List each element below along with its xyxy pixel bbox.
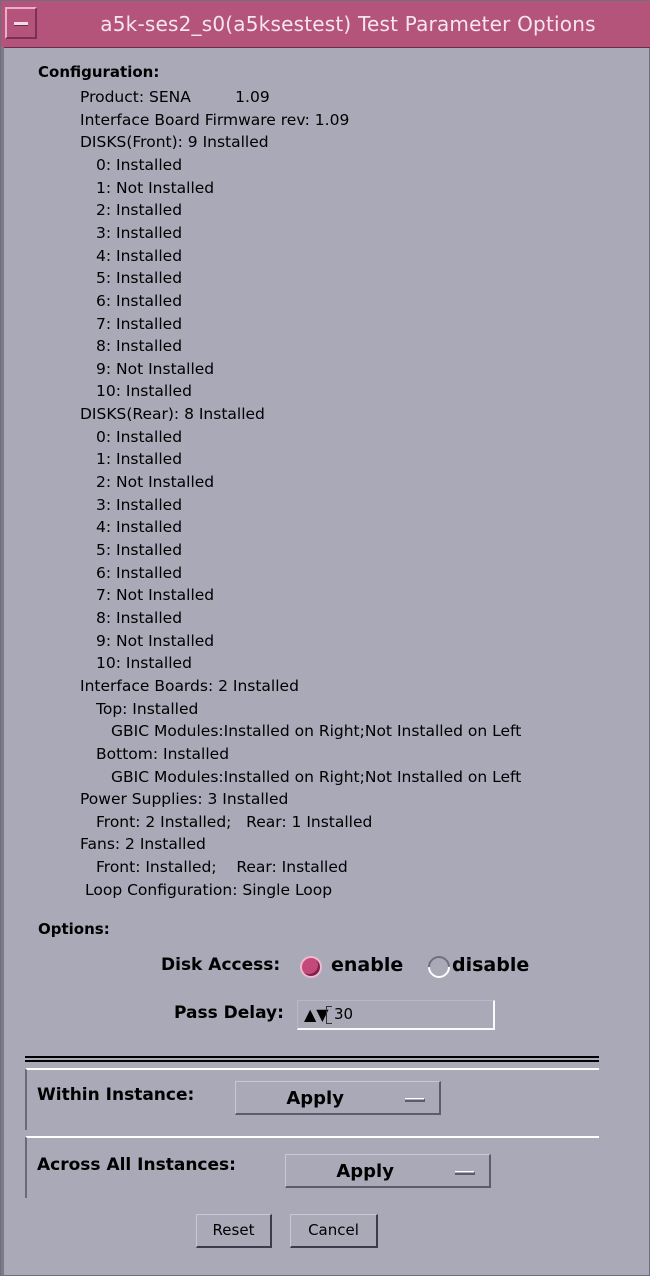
- config-line: 8: Installed: [96, 337, 183, 356]
- disk-access-disable-label[interactable]: disable: [452, 954, 529, 976]
- config-line: 9: Not Installed: [96, 631, 215, 650]
- config-line: 10: Installed: [96, 382, 192, 401]
- across-instances-apply-label: Apply: [336, 1161, 394, 1182]
- option-menu-indicator-icon: [455, 1171, 475, 1175]
- disk-access-enable-label[interactable]: enable: [331, 954, 403, 976]
- window-title: a5k-ses2_s0(a5ksestest) Test Parameter O…: [100, 12, 596, 36]
- config-line: Top: Installed: [96, 699, 199, 718]
- config-line: Bottom: Installed: [96, 744, 230, 763]
- across-instances-apply-button[interactable]: Apply: [285, 1154, 491, 1188]
- config-line: Front: 2 Installed; Rear: 1 Installed: [96, 812, 373, 831]
- option-menu-indicator-icon: [405, 1098, 425, 1102]
- configuration-heading: Configuration:: [38, 63, 160, 81]
- pass-delay-spinner-arrows[interactable]: ▲▼: [304, 1005, 329, 1024]
- window-border: [1, 47, 4, 1275]
- within-instance-group: Within Instance: Apply: [25, 1068, 599, 1130]
- reset-button[interactable]: Reset: [196, 1214, 272, 1248]
- config-line: GBIC Modules:Installed on Right;Not Inst…: [111, 767, 522, 786]
- within-instance-label: Within Instance:: [37, 1085, 195, 1105]
- divider: [25, 1056, 599, 1062]
- pass-delay-label: Pass Delay:: [174, 1003, 284, 1023]
- config-line: 7: Not Installed: [96, 586, 215, 605]
- config-line: DISKS(Front): 9 Installed: [80, 133, 269, 152]
- config-line: 0: Installed: [96, 155, 183, 174]
- config-line: 5: Installed: [96, 269, 183, 288]
- config-line: 2: Not Installed: [96, 473, 215, 492]
- config-line: 6: Installed: [96, 291, 183, 310]
- config-line: GBIC Modules:Installed on Right;Not Inst…: [111, 722, 522, 741]
- disk-access-label: Disk Access:: [161, 955, 281, 975]
- config-line: 8: Installed: [96, 608, 183, 627]
- pass-delay-value[interactable]: 30: [334, 1005, 353, 1023]
- config-line: 1: Not Installed: [96, 178, 215, 197]
- window-menu-button[interactable]: [5, 7, 37, 39]
- within-instance-apply-button[interactable]: Apply: [235, 1081, 441, 1115]
- config-line: Interface Board Firmware rev: 1.09: [80, 110, 350, 129]
- config-line: 5: Installed: [96, 541, 183, 559]
- config-line: 10: Installed: [96, 654, 192, 673]
- config-line: 1: Installed: [96, 450, 183, 469]
- config-line: 2: Installed: [96, 201, 183, 220]
- text-cursor-icon: [326, 1006, 332, 1024]
- window-menu-icon: [14, 22, 28, 25]
- config-line: 3: Installed: [96, 495, 183, 514]
- config-line: Front: Installed; Rear: Installed: [96, 858, 348, 877]
- disk-access-enable-radio[interactable]: [300, 956, 322, 978]
- config-line: 7: Installed: [96, 314, 183, 333]
- within-instance-apply-label: Apply: [286, 1088, 344, 1109]
- pass-delay-field[interactable]: ▲▼ 30: [297, 1000, 495, 1030]
- config-line: DISKS(Rear): 8 Installed: [80, 405, 265, 424]
- across-instances-group: Across All Instances: Apply: [25, 1136, 599, 1198]
- disk-access-disable-radio[interactable]: [423, 951, 455, 983]
- config-line: Loop Configuration: Single Loop: [85, 880, 333, 899]
- options-heading: Options:: [38, 920, 110, 938]
- test-parameter-options-window: a5k-ses2_s0(a5ksestest) Test Parameter O…: [0, 0, 650, 1276]
- config-line: Interface Boards: 2 Installed: [80, 676, 299, 695]
- config-line: Product: SENA 1.09: [80, 88, 270, 106]
- config-line: Fans: 2 Installed: [80, 835, 206, 854]
- config-line: 4: Installed: [96, 518, 183, 537]
- config-line: Power Supplies: 3 Installed: [80, 790, 289, 809]
- config-line: 4: Installed: [96, 246, 183, 265]
- title-bar[interactable]: a5k-ses2_s0(a5ksestest) Test Parameter O…: [1, 1, 650, 48]
- config-line: 0: Installed: [96, 427, 183, 446]
- config-line: 6: Installed: [96, 563, 183, 582]
- cancel-button[interactable]: Cancel: [290, 1214, 378, 1248]
- config-line: 9: Not Installed: [96, 359, 215, 378]
- config-line: 3: Installed: [96, 223, 183, 242]
- across-instances-label: Across All Instances:: [37, 1155, 236, 1175]
